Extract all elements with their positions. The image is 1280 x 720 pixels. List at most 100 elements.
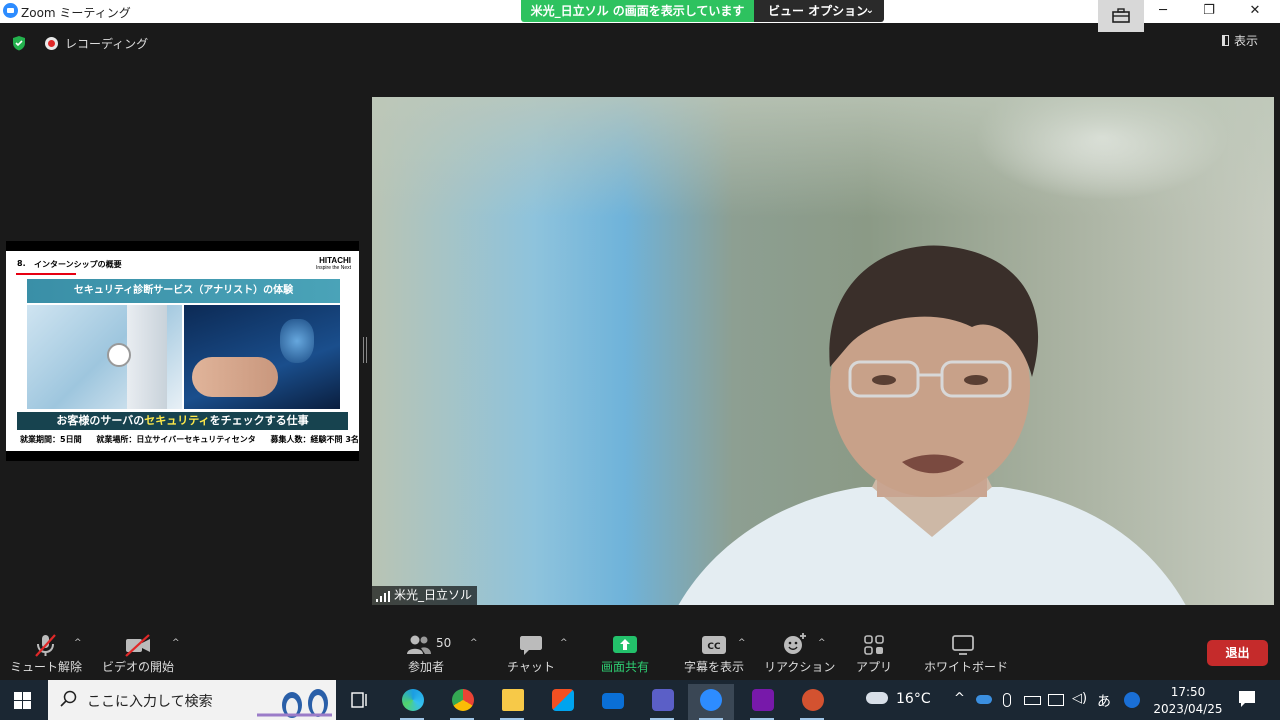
volume-icon[interactable]: ◁) [1072,691,1087,706]
zoom-meeting-window: Zoom ミーティング 米光_日立ソル の画面を表示しています ビュー オプショ… [0,0,1280,720]
taskbar-edge[interactable] [392,684,432,720]
share-screen-button[interactable]: 画面共有 [596,632,654,675]
mic-muted-icon [35,634,56,657]
reactions-icon-container [764,632,824,658]
slide-banner: セキュリティ診断サービス（アナリスト）の体験 [27,279,340,303]
share-icon-container [596,632,654,658]
battery-icon[interactable] [1024,696,1041,705]
shared-screen-thumbnail[interactable]: 8. インターンシップの概要 HITACHI Inspire the Next … [6,241,359,461]
footer-count: 募集人数：経験不問 3名程度 [270,435,359,444]
taskbar-explorer[interactable] [492,684,532,720]
briefcase-button[interactable] [1098,0,1144,32]
taskbar-zoom[interactable] [688,684,734,720]
panel-resize-handle[interactable] [363,337,367,363]
footer-place: 就業場所：日立サイバーセキュリティセンタ [96,435,256,444]
network-icon[interactable] [1048,694,1064,706]
microphone-icon[interactable] [1003,693,1011,707]
apps-icon-container [854,632,894,658]
tagline-highlight: セキュリティ [144,414,210,427]
taskbar-onenote[interactable] [742,684,782,720]
taskbar-chrome[interactable] [442,684,482,720]
taskbar-teams[interactable] [642,684,682,720]
chat-options-caret[interactable]: ^ [560,638,568,648]
unmute-button[interactable]: ミュート解除 [10,632,83,675]
chat-label: チャット [507,660,555,674]
taskbar-store[interactable] [542,684,582,720]
display-button[interactable]: 表示 [1222,32,1258,49]
weather-widget[interactable]: 16°C [866,691,931,707]
close-button[interactable]: ✕ [1232,0,1278,23]
encryption-shield-icon[interactable] [11,35,27,51]
onenote-icon [752,689,774,711]
start-video-button[interactable]: ビデオの開始 [100,632,176,675]
taskbar-powerpoint[interactable] [792,684,832,720]
start-video-label: ビデオの開始 [101,660,174,674]
slide-heading-underline [16,273,76,275]
captions-label: 字幕を表示 [683,660,744,674]
cloud-icon [866,692,888,704]
windows-start-icon[interactable] [14,692,31,709]
minimize-button[interactable]: ─ [1140,0,1186,23]
slide-number: 8. [17,259,26,268]
chat-icon [520,636,542,655]
participants-options-caret[interactable]: ^ [470,638,478,648]
slide-heading: インターンシップの概要 [34,260,122,269]
reactions-button[interactable]: リアクション [764,632,836,675]
participant-name: 米光_日立ソル [394,588,473,602]
view-options-button[interactable]: ビュー オプション ⌄ [754,0,884,22]
slide-tagline: お客様のサーバのセキュリティをチェックする仕事 [17,412,348,430]
captions-icon-container: CC [682,632,746,658]
captions-button[interactable]: CC 字幕を表示 [682,632,746,675]
whiteboard-label: ホワイトボード [924,660,1009,674]
task-view-icon[interactable] [351,692,369,708]
zoom-logo-icon [3,3,18,18]
search-icon [60,690,77,707]
briefcase-icon [1112,8,1130,23]
stethoscope-icon [107,343,131,367]
mail-icon [602,693,624,709]
captions-options-caret[interactable]: ^ [738,638,746,648]
apps-button[interactable]: アプリ [854,632,894,675]
share-screen-icon [613,636,637,653]
arrow-up-icon [620,639,630,650]
whiteboard-button[interactable]: ホワイトボード [924,632,1009,675]
defender-icon[interactable] [1124,692,1140,708]
clock[interactable]: 17:50 2023/04/25 [1152,684,1224,718]
participants-icon [407,635,431,654]
participants-button[interactable]: 50 参加者 [396,632,456,675]
cyber-security-image [184,305,340,409]
hitachi-logo: HITACHI Inspire the Next [316,256,351,271]
apps-label: アプリ [855,660,892,674]
smiley-plus-icon [784,633,806,654]
reactions-label: リアクション [764,660,836,674]
mic-muted-container [10,632,80,658]
participant-video[interactable] [372,97,1274,605]
ime-indicator[interactable]: あ [1097,691,1111,711]
whiteboard-icon-container [924,632,1002,658]
audio-options-caret[interactable]: ^ [74,638,82,648]
recording-label[interactable]: レコーディング [65,35,148,52]
signal-strength-icon [376,591,390,602]
apps-icon [864,635,884,655]
reactions-options-caret[interactable]: ^ [818,638,826,648]
participants-icon-container: 50 [396,632,456,658]
participants-label: 参加者 [407,660,444,674]
whiteboard-icon [952,635,974,655]
notification-center-icon[interactable] [1238,690,1256,708]
onedrive-icon[interactable] [976,695,992,704]
logo-tagline: Inspire the Next [315,265,351,271]
video-options-caret[interactable]: ^ [172,638,180,648]
presentation-slide: 8. インターンシップの概要 HITACHI Inspire the Next … [6,251,359,451]
clock-time: 17:50 [1170,685,1206,699]
slide-footer: 就業期間：5日間 就業場所：日立サイバーセキュリティセンタ 募集人数：経験不問 … [20,434,359,445]
unmute-label: ミュート解除 [10,660,83,674]
chat-button[interactable]: チャット [506,632,556,675]
taskbar-mail[interactable] [592,684,632,720]
show-hidden-icons-chevron[interactable]: ^ [954,691,965,706]
leave-meeting-button[interactable]: 退出 [1207,640,1268,666]
view-options-label: ビュー オプション [768,4,869,18]
lock-icon [280,319,314,363]
restore-button[interactable]: ❐ [1186,0,1232,23]
recording-icon [45,37,58,50]
screen-share-banner: 米光_日立ソル の画面を表示しています [521,0,754,22]
